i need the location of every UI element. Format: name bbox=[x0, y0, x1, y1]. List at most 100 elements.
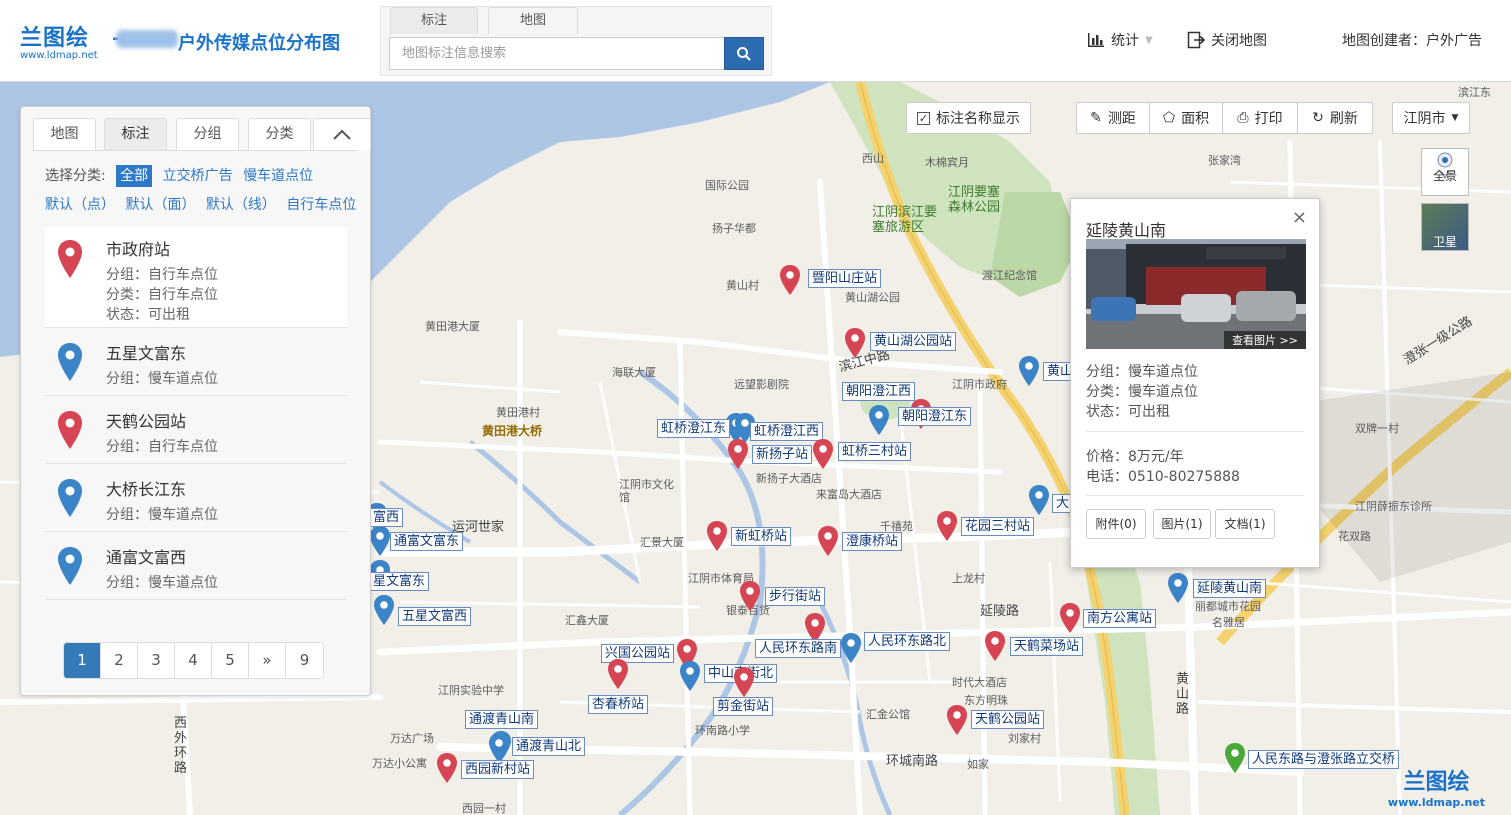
pin-label[interactable]: 虹桥三村站 bbox=[838, 442, 912, 461]
search-button[interactable] bbox=[724, 37, 764, 70]
map-pin-icon[interactable] bbox=[868, 404, 890, 436]
map-pin-icon[interactable] bbox=[812, 438, 834, 470]
pin-label[interactable]: 花园三村站 bbox=[961, 517, 1035, 536]
map-pin-icon[interactable] bbox=[936, 510, 958, 542]
map-pin-icon[interactable] bbox=[739, 580, 761, 612]
close-map-button[interactable]: 关闭地图 bbox=[1187, 30, 1267, 50]
pin-label[interactable]: 人民东路与澄张路立交桥 bbox=[1248, 750, 1400, 769]
map-pin-icon[interactable] bbox=[1018, 355, 1040, 387]
pin-label[interactable]: 南方公寓站 bbox=[1083, 609, 1157, 628]
pin-label[interactable]: 黄山湖公园站 bbox=[870, 332, 957, 351]
pin-label[interactable]: 新虹桥站 bbox=[731, 527, 792, 546]
list-item[interactable]: 通富文富西 分组：慢车道点位 bbox=[45, 532, 347, 600]
search-tab-map[interactable]: 地图 bbox=[488, 7, 578, 34]
pin-label[interactable]: 通富文富东 bbox=[390, 532, 464, 551]
checkbox-checked-icon[interactable]: ✓ bbox=[917, 111, 930, 125]
filter-all[interactable]: 全部 bbox=[116, 165, 153, 187]
collapse-panel-button[interactable] bbox=[313, 118, 371, 150]
map-pin-icon[interactable] bbox=[733, 666, 755, 698]
area-icon: ⬠ bbox=[1162, 110, 1176, 126]
list-item[interactable]: 五星文富东 分组：慢车道点位 bbox=[45, 328, 347, 396]
map-pin-icon[interactable] bbox=[1224, 742, 1246, 774]
page-3[interactable]: 3 bbox=[138, 643, 175, 678]
pin-label[interactable]: 人民环东路北 bbox=[864, 632, 951, 651]
map-pin-icon[interactable] bbox=[1059, 602, 1081, 634]
pin-label[interactable]: 澄康桥站 bbox=[842, 532, 903, 551]
map-pin-icon[interactable] bbox=[844, 327, 866, 359]
page-2[interactable]: 2 bbox=[101, 643, 138, 678]
pin-label[interactable]: 朝阳澄江西 bbox=[842, 382, 916, 401]
map-pin-icon[interactable] bbox=[840, 632, 862, 664]
pin-label[interactable]: 虹桥澄江东 bbox=[657, 419, 731, 438]
stats-dropdown[interactable]: 统计 ▼ bbox=[1087, 30, 1153, 50]
panorama-button[interactable]: 全景 bbox=[1421, 148, 1469, 196]
measure-area-button[interactable]: ⬠ 面积 bbox=[1149, 102, 1223, 134]
attachments-button[interactable]: 附件(0) bbox=[1086, 509, 1146, 539]
pin-label[interactable]: 星文富东 bbox=[369, 572, 430, 591]
tab-map[interactable]: 地图 bbox=[33, 118, 96, 150]
tab-groups[interactable]: 分组 bbox=[176, 118, 239, 150]
refresh-button[interactable]: ↻ 刷新 bbox=[1297, 102, 1373, 134]
filter-slow-lane[interactable]: 慢车道点位 bbox=[243, 168, 313, 184]
map-pin-icon[interactable] bbox=[984, 630, 1006, 662]
page-5[interactable]: 5 bbox=[212, 643, 249, 678]
pin-label[interactable]: 暨阳山庄站 bbox=[808, 269, 882, 288]
close-icon[interactable]: × bbox=[1292, 207, 1307, 228]
map-pin-icon[interactable] bbox=[817, 525, 839, 557]
filter-default-line[interactable]: 默认（线） bbox=[206, 197, 276, 213]
filter-overpass-ads[interactable]: 立交桥广告 bbox=[163, 168, 233, 184]
map-pin-icon[interactable] bbox=[946, 704, 968, 736]
tab-categories[interactable]: 分类 bbox=[248, 118, 311, 150]
pin-label[interactable]: 延陵黄山南 bbox=[1193, 579, 1267, 598]
map-pin-icon[interactable] bbox=[1028, 484, 1050, 516]
map-label: 汇金公馆 bbox=[866, 708, 910, 721]
filter-bike-points[interactable]: 自行车点位 bbox=[286, 197, 356, 213]
print-button[interactable]: ⎙ 打印 bbox=[1222, 102, 1298, 134]
map-label: 环城南路 bbox=[886, 754, 939, 769]
search-tab-markers[interactable]: 标注 bbox=[390, 7, 478, 34]
popup-photo[interactable]: 查看图片 >> bbox=[1086, 239, 1306, 349]
pin-label[interactable]: 剪金街站 bbox=[713, 697, 774, 716]
satellite-button[interactable]: 卫星 bbox=[1421, 203, 1469, 251]
pagination: 1 2 3 4 5 » 9 bbox=[63, 642, 324, 679]
pin-label[interactable]: 人民环东路南 bbox=[755, 639, 842, 658]
documents-button[interactable]: 文档(1) bbox=[1215, 509, 1275, 539]
pin-label[interactable]: 通渡青山北 bbox=[512, 737, 586, 756]
images-button[interactable]: 图片(1) bbox=[1153, 509, 1211, 539]
map-pin-icon[interactable] bbox=[727, 438, 749, 470]
map-pin-icon[interactable] bbox=[436, 752, 458, 784]
pin-label[interactable]: 富西 bbox=[369, 508, 404, 527]
list-item[interactable]: 大桥长江东 分组：慢车道点位 bbox=[45, 464, 347, 532]
page-4[interactable]: 4 bbox=[175, 643, 212, 678]
pin-label[interactable]: 杏春桥站 bbox=[588, 695, 649, 714]
pin-label[interactable]: 步行街站 bbox=[765, 587, 826, 606]
pin-label[interactable]: 新扬子站 bbox=[752, 445, 813, 464]
search-input[interactable]: 地图标注信息搜索 bbox=[389, 37, 725, 70]
filter-default-area[interactable]: 默认（面） bbox=[125, 197, 195, 213]
map-pin-icon[interactable] bbox=[779, 264, 801, 296]
tab-markers[interactable]: 标注 bbox=[104, 118, 167, 150]
page-next[interactable]: » bbox=[249, 643, 286, 678]
map-label: 渡江纪念馆 bbox=[982, 269, 1037, 282]
map-pin-icon[interactable] bbox=[1167, 572, 1189, 604]
pin-label[interactable]: 通渡青山南 bbox=[465, 710, 539, 729]
pin-label[interactable]: 天鹤公园站 bbox=[971, 710, 1045, 729]
page-1[interactable]: 1 bbox=[64, 643, 101, 678]
pin-label[interactable]: 天鹤菜场站 bbox=[1010, 637, 1084, 656]
measure-distance-button[interactable]: ✎ 测距 bbox=[1076, 102, 1150, 134]
show-names-toggle[interactable]: ✓ 标注名称显示 bbox=[906, 102, 1031, 134]
map-pin-icon[interactable] bbox=[607, 658, 629, 690]
pin-label[interactable]: 朝阳澄江东 bbox=[898, 407, 972, 426]
page-last[interactable]: 9 bbox=[286, 643, 323, 678]
city-dropdown[interactable]: 江阴市 ▼ bbox=[1392, 102, 1470, 134]
pin-label[interactable]: 西园新村站 bbox=[461, 760, 535, 779]
map-pin-icon[interactable] bbox=[706, 520, 728, 552]
site-logo[interactable]: 兰图绘 www.ldmap.net bbox=[20, 20, 98, 61]
map-pin-icon[interactable] bbox=[679, 660, 701, 692]
filter-default-point[interactable]: 默认（点） bbox=[45, 197, 115, 213]
pin-label[interactable]: 五星文富西 bbox=[398, 607, 472, 626]
map-pin-icon[interactable] bbox=[373, 594, 395, 626]
view-photos-link[interactable]: 查看图片 >> bbox=[1224, 331, 1306, 349]
list-item[interactable]: 天鹤公园站 分组：自行车点位 bbox=[45, 396, 347, 464]
list-item[interactable]: 市政府站 分组：自行车点位 分类：自行车点位 状态：可出租 bbox=[45, 227, 347, 328]
